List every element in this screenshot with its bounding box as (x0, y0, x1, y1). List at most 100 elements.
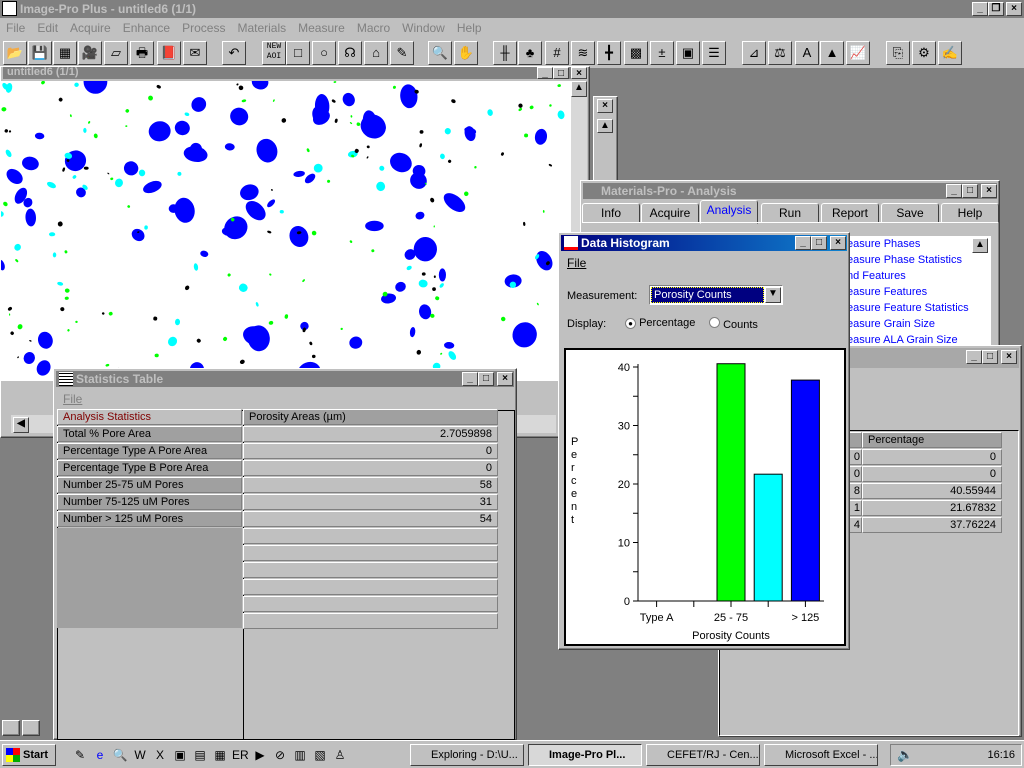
mp-minimize-button[interactable]: _ (946, 184, 962, 198)
minimize-button[interactable]: _ (972, 2, 988, 16)
open-icon[interactable]: 📂 (3, 41, 27, 65)
grid-icon[interactable]: ▦ (53, 41, 77, 65)
hist-maximize-button[interactable]: □ (811, 236, 827, 250)
quick-launch-icon[interactable]: ▶ (252, 747, 268, 763)
mp-close-button[interactable]: × (981, 184, 997, 198)
menu-macro[interactable]: Macro (357, 21, 390, 35)
text-measure-icon[interactable]: A (795, 41, 819, 65)
stats-minimize-button[interactable]: _ (462, 372, 478, 386)
menu-process[interactable]: Process (182, 21, 225, 35)
quick-launch-icon[interactable]: ⊘ (272, 747, 288, 763)
mp-maximize-button[interactable]: □ (962, 184, 978, 198)
camera-icon[interactable]: 🎥 (78, 41, 102, 65)
tab-acquire[interactable]: Acquire (641, 203, 699, 223)
scanner-icon[interactable]: ▱ (104, 41, 128, 65)
mail-icon[interactable]: ✉ (183, 41, 207, 65)
quick-launch-icon[interactable]: e (92, 747, 108, 763)
plot-icon[interactable]: ♣ (518, 41, 542, 65)
tab-analysis[interactable]: Analysis (700, 200, 758, 224)
quick-launch-icon[interactable]: ▣ (172, 747, 188, 763)
macro-icon[interactable]: ⚙ (912, 41, 936, 65)
scroll-up-button[interactable]: ▲ (571, 81, 587, 97)
layers-icon[interactable]: ≋ (571, 41, 595, 65)
taskbar-task[interactable]: Image-Pro Pl... (528, 744, 642, 766)
stats-menu-file[interactable]: File (63, 392, 82, 406)
image-maximize-button[interactable]: □ (553, 67, 569, 79)
radio-percentage[interactable]: ● Percentage (625, 317, 695, 329)
print-icon[interactable]: 🖶 (130, 41, 154, 65)
stats-maximize-button[interactable]: □ (478, 372, 494, 386)
hand-icon[interactable]: ✋ (454, 41, 478, 65)
quick-launch-icon[interactable]: ▦ (212, 747, 228, 763)
taskbar-task[interactable]: CEFET/RJ - Cen... (646, 744, 760, 766)
sliders-icon[interactable]: ╫ (493, 41, 517, 65)
task-list-item[interactable]: easure Features (845, 284, 991, 300)
taskbar-task[interactable]: Exploring - D:\U... (410, 744, 524, 766)
porosity-image[interactable] (1, 81, 571, 381)
task-list-item[interactable]: easure Grain Size (845, 316, 991, 332)
tab-run[interactable]: Run (761, 203, 819, 223)
crosshair-icon[interactable]: ╋ (597, 41, 621, 65)
book-icon[interactable]: 📕 (157, 41, 181, 65)
menu-measure[interactable]: Measure (298, 21, 345, 35)
menu-file[interactable]: File (6, 21, 25, 35)
ellipse-icon[interactable]: ○ (312, 41, 336, 65)
tab-info[interactable]: Info (582, 203, 640, 223)
bg-close-button[interactable]: × (597, 99, 613, 113)
start-button[interactable]: Start (2, 744, 56, 766)
pencil-icon[interactable]: ✎ (390, 41, 414, 65)
stats-close-button[interactable]: × (497, 372, 513, 386)
calculator-icon[interactable]: ± (650, 41, 674, 65)
scroll-left-button[interactable]: ◀ (13, 417, 29, 433)
menu-materials[interactable]: Materials (237, 21, 286, 35)
menu-window[interactable]: Window (402, 21, 445, 35)
bg-scroll-up[interactable]: ▲ (597, 119, 613, 133)
quick-launch-icon[interactable]: ▤ (192, 747, 208, 763)
rectangle-icon[interactable]: □ (286, 41, 310, 65)
restore-button[interactable]: ❐ (988, 2, 1004, 16)
quick-launch-icon[interactable]: 🔍 (112, 747, 128, 763)
image-minimize-button[interactable]: _ (537, 67, 553, 79)
task-list-item[interactable]: easure Feature Statistics (845, 300, 991, 316)
chevron-down-icon[interactable]: ▼ (765, 287, 781, 303)
shapes-icon[interactable]: ⌂ (364, 41, 388, 65)
results-close-button[interactable]: × (1001, 350, 1017, 364)
grid-dense-icon[interactable]: ▩ (624, 41, 648, 65)
tab-report[interactable]: Report (821, 203, 879, 223)
quick-launch-icon[interactable]: ER (232, 747, 249, 763)
close-button[interactable]: × (1006, 2, 1022, 16)
menu-edit[interactable]: Edit (37, 21, 58, 35)
quick-launch-icon[interactable]: ▧ (312, 747, 328, 763)
histogram-icon[interactable]: ▲ (820, 41, 844, 65)
color-bars-icon[interactable]: ☰ (702, 41, 726, 65)
save-icon[interactable]: 💾 (28, 41, 52, 65)
volume-icon[interactable]: 🔈 (897, 747, 913, 763)
quick-launch-icon[interactable]: ▥ (292, 747, 308, 763)
edit-macro-icon[interactable]: ✍ (938, 41, 962, 65)
task-list-item[interactable]: nd Features (845, 268, 991, 284)
export-icon[interactable]: ⎘ (886, 41, 910, 65)
ruler-icon[interactable]: ⊿ (742, 41, 766, 65)
quick-launch-icon[interactable]: ♙ (332, 747, 348, 763)
zoom-icon[interactable]: 🔍 (428, 41, 452, 65)
quick-launch-icon[interactable]: X (152, 747, 168, 763)
chart-icon[interactable]: 📈 (846, 41, 870, 65)
results-maximize-button[interactable]: □ (982, 350, 998, 364)
menu-acquire[interactable]: Acquire (70, 21, 111, 35)
list-scroll-up[interactable]: ▲ (972, 238, 988, 253)
task-list[interactable]: easure Phases easure Phase Statistics nd F… (845, 236, 991, 348)
image-close-button[interactable]: × (571, 67, 587, 79)
hist-menu-file[interactable]: File (567, 256, 586, 270)
measurement-dropdown[interactable]: Porosity Counts ▼ (649, 285, 783, 305)
measure-icon[interactable]: ⚖ (768, 41, 792, 65)
new-aoi-icon[interactable]: NEW AOI (262, 41, 286, 65)
hist-minimize-button[interactable]: _ (795, 236, 811, 250)
grid-lines-icon[interactable]: # (545, 41, 569, 65)
menu-help[interactable]: Help (457, 21, 482, 35)
taskbar-task[interactable]: Microsoft Excel - ... (764, 744, 878, 766)
minimized-window-icon[interactable] (2, 720, 20, 736)
hist-close-button[interactable]: × (830, 236, 846, 250)
task-list-item[interactable]: easure Phase Statistics (845, 252, 991, 268)
radio-counts[interactable]: Counts (709, 317, 758, 331)
quick-launch-icon[interactable]: W (132, 747, 148, 763)
